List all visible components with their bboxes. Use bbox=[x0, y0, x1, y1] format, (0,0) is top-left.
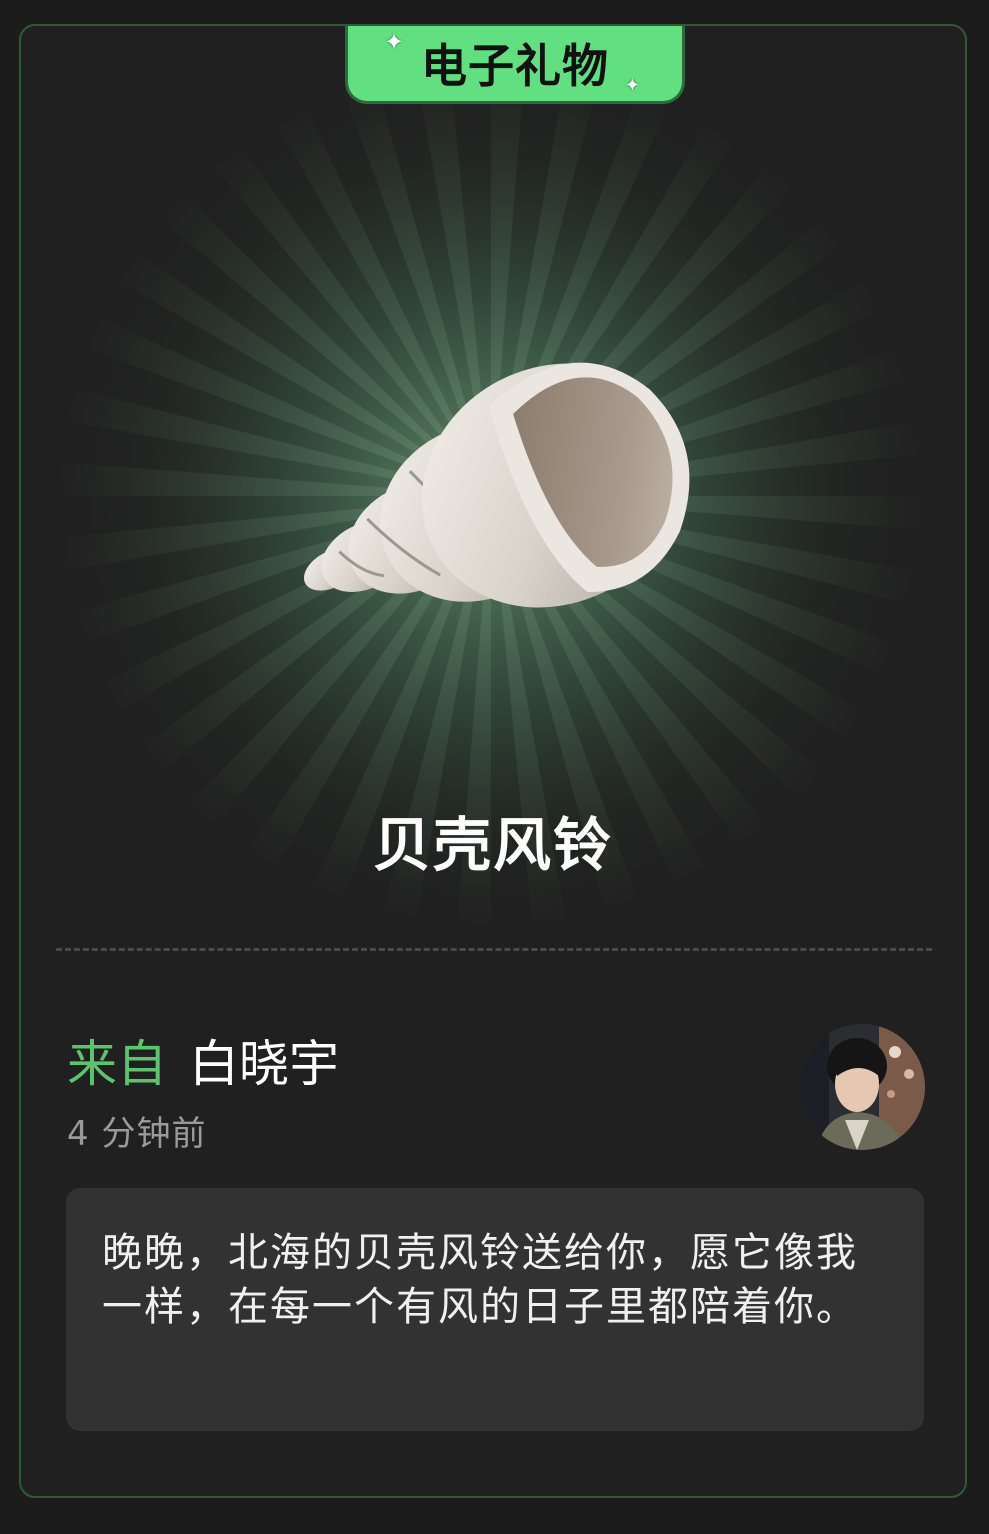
sparkle-icon: ✦ bbox=[624, 75, 640, 96]
divider bbox=[56, 948, 932, 951]
gift-name: 贝壳风铃 bbox=[372, 811, 613, 879]
sender-name[interactable]: 白晓宇 bbox=[189, 1024, 339, 1096]
from-label: 来自 bbox=[67, 1035, 167, 1093]
avatar-image bbox=[799, 1024, 925, 1150]
sparkle-icon: ✦ bbox=[384, 28, 405, 56]
message-box: 晚晚，北海的贝壳风铃送给你，愿它像我一样，在每一个有风的日子里都陪着你。 bbox=[66, 1188, 924, 1431]
sender-row: 来自 白晓宇 bbox=[67, 1024, 339, 1096]
badge-label: 电子礼物 bbox=[421, 38, 609, 93]
message-text: 晚晚，北海的贝壳风铃送给你，愿它像我一样，在每一个有风的日子里都陪着你。 bbox=[102, 1230, 858, 1330]
gift-detail-page: ✦ 电子礼物 ✦ 贝壳风铃 来自 白晓宇 4 分钟前 晚晚，北海的贝壳风铃送给你… bbox=[0, 0, 989, 1534]
gift-card: ✦ 电子礼物 ✦ 贝壳风铃 来自 白晓宇 4 分钟前 晚晚，北海的贝壳风铃送给你… bbox=[19, 24, 967, 1498]
avatar[interactable] bbox=[799, 1024, 925, 1150]
gift-type-badge: ✦ 电子礼物 ✦ bbox=[345, 26, 685, 104]
sent-time: 4 分钟前 bbox=[67, 1114, 207, 1154]
